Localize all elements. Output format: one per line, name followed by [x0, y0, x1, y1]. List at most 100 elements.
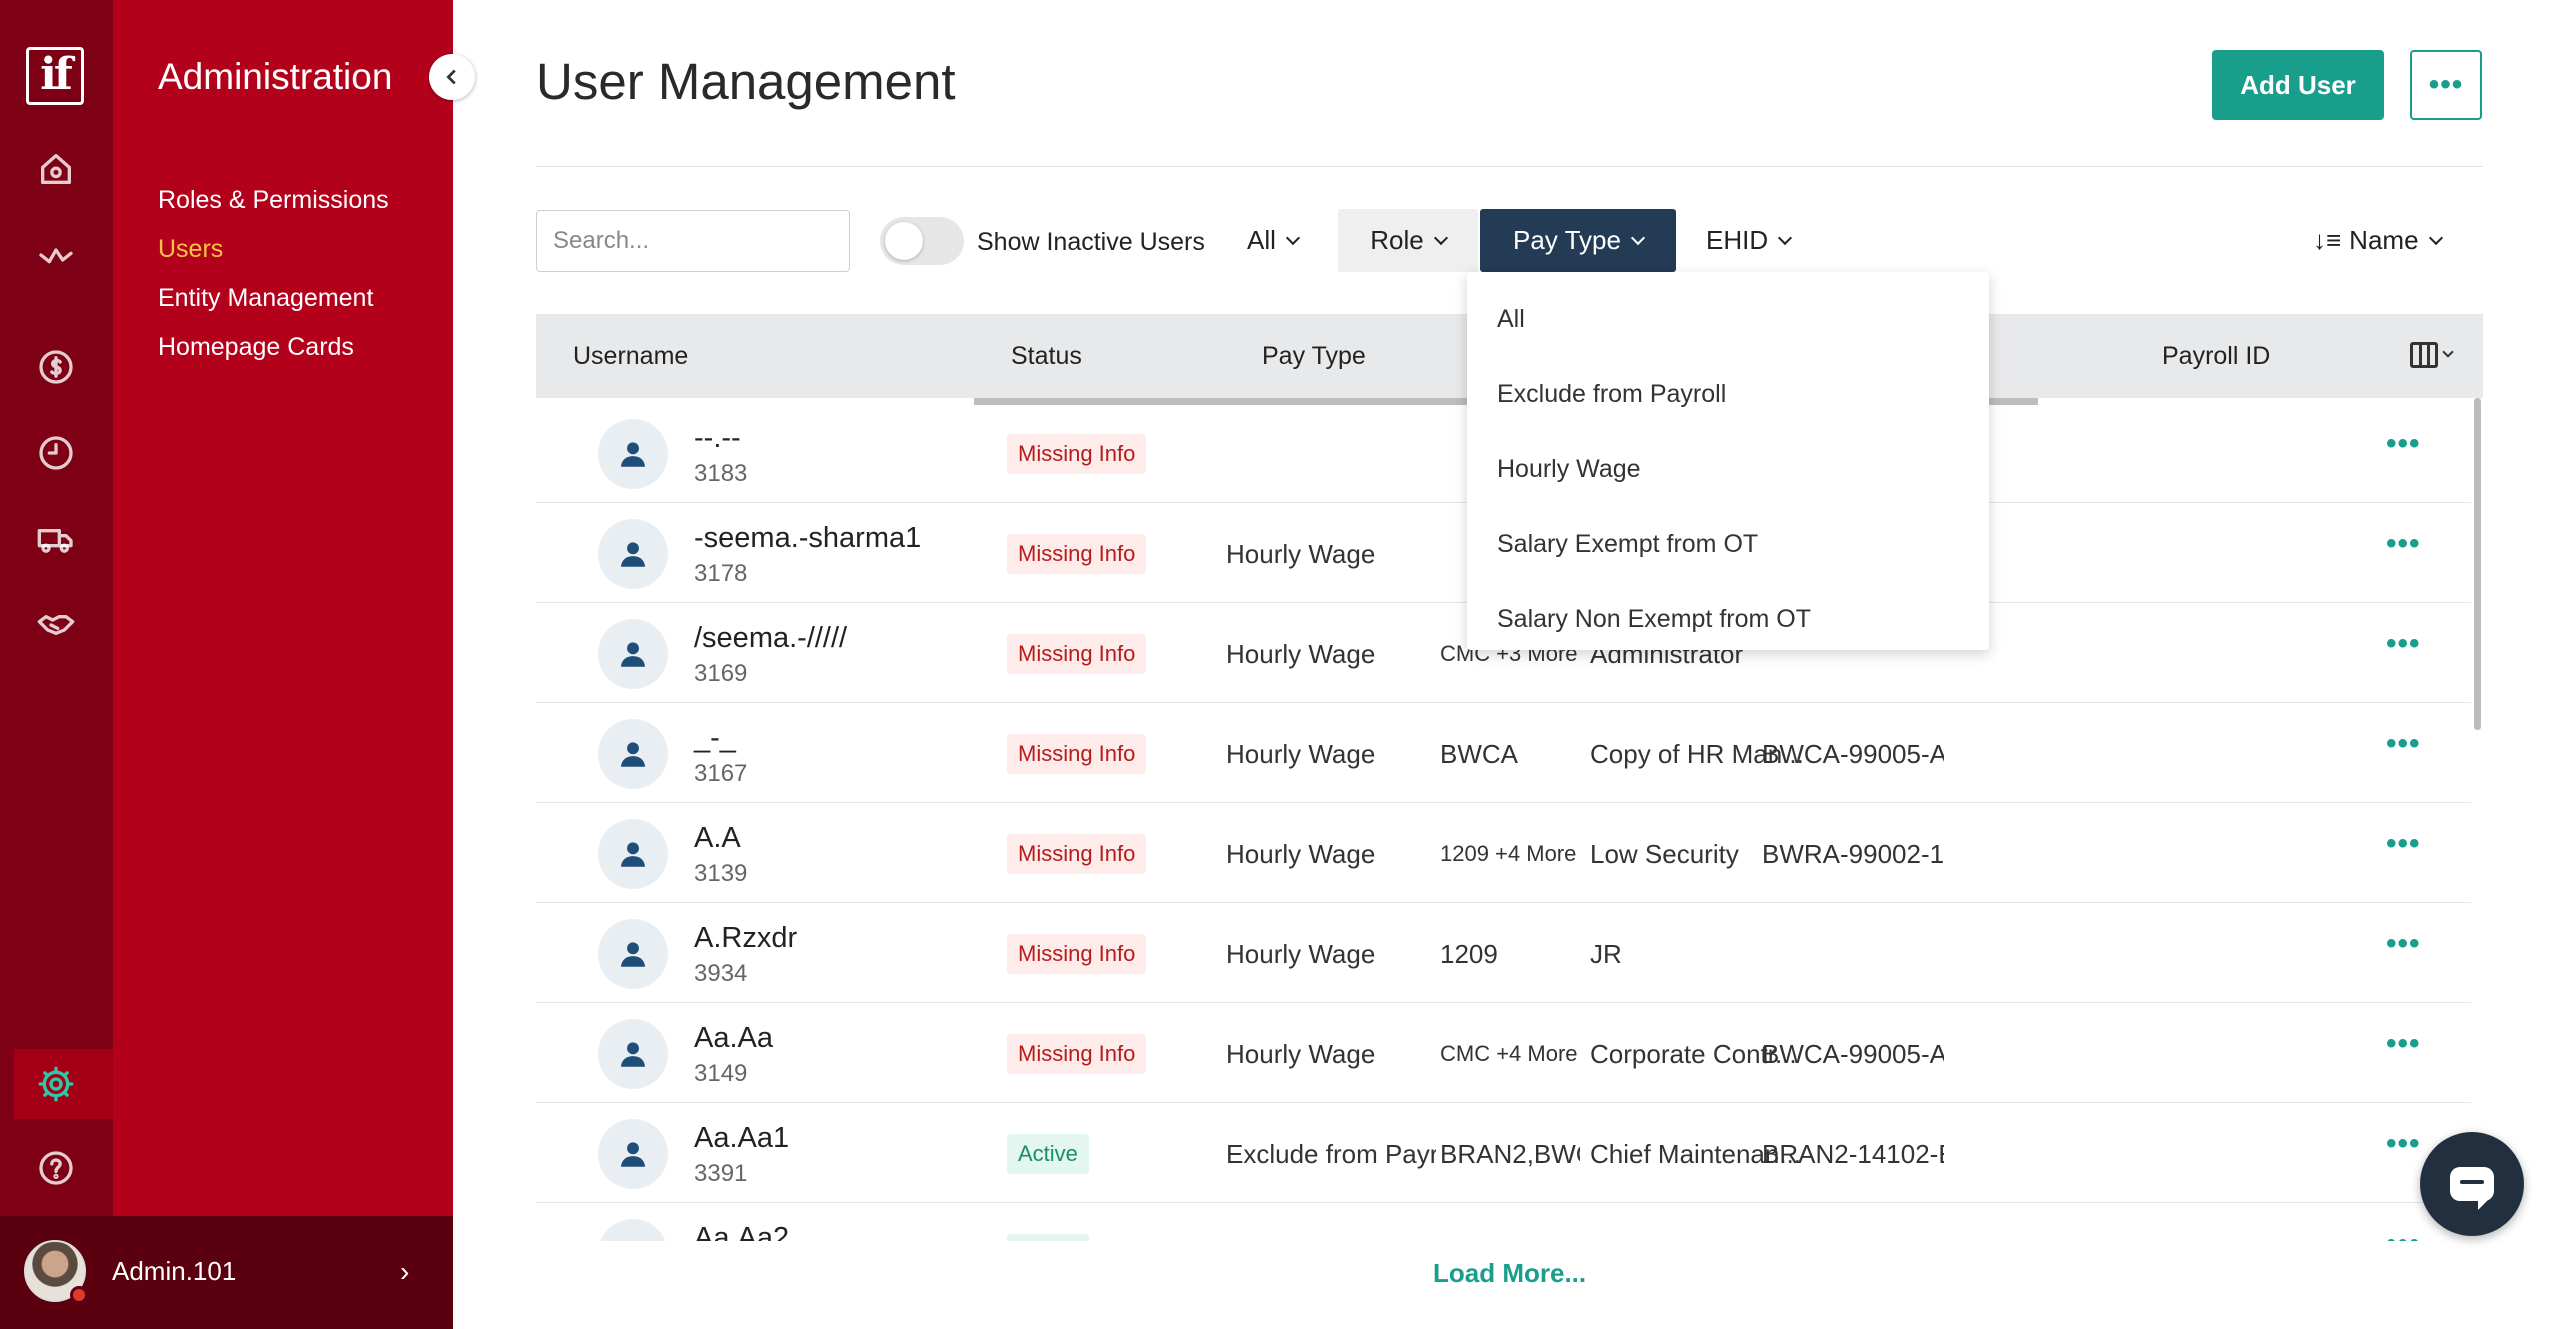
search-input[interactable]: [536, 210, 850, 272]
user-profile-bar[interactable]: Admin.101 ›: [0, 1216, 453, 1329]
status-badge: Missing Info: [1007, 734, 1147, 774]
status-badge: Missing Info: [1007, 634, 1147, 674]
username[interactable]: Aa.Aa: [694, 1022, 773, 1055]
status-badge: Active: [1007, 1134, 1089, 1174]
role-filter-label: Role: [1370, 225, 1424, 255]
status-badge: Active: [1007, 1234, 1089, 1241]
sidebar-item-users[interactable]: Users: [158, 225, 389, 274]
ehid-filter[interactable]: EHID: [1706, 209, 1793, 272]
help-icon[interactable]: [28, 1140, 84, 1196]
ehid-cell: CMC +4 More: [1440, 1041, 1578, 1066]
sidebar-item-roles-permissions[interactable]: Roles & Permissions: [158, 176, 389, 225]
ehid-cell: BWCA: [1440, 739, 1518, 769]
table-row[interactable]: Aa.Aa 3149 Missing Info Hourly Wage CMC +4 M…: [536, 1005, 2471, 1103]
show-inactive-toggle[interactable]: [880, 217, 964, 265]
home-icon[interactable]: [28, 141, 84, 197]
username[interactable]: Aa.Aa1: [694, 1122, 789, 1155]
table-row[interactable]: _-_ 3167 Missing Info Hourly Wage BWCA Copy o…: [536, 705, 2471, 803]
more-options-button[interactable]: •••: [2410, 50, 2482, 120]
handshake-icon[interactable]: [28, 597, 84, 653]
column-header-status[interactable]: Status: [1011, 314, 1082, 398]
username[interactable]: _-_: [694, 722, 736, 755]
column-selector-button[interactable]: [2410, 342, 2454, 368]
column-header-username[interactable]: Username: [573, 314, 688, 398]
pay-type-filter[interactable]: Pay Type: [1480, 209, 1676, 272]
row-actions-button[interactable]: •••: [2386, 627, 2421, 661]
status-badge: Missing Info: [1007, 534, 1147, 574]
payroll-id-cell: [1762, 905, 1944, 1003]
username[interactable]: --.--: [694, 422, 741, 455]
payroll-id-cell: BWRA-99002-1': [1762, 839, 1944, 869]
table-row[interactable]: Aa.Aa13391ActiveExclude from PayrollBRAN…: [536, 1105, 2471, 1203]
dropdown-option-exclude-from-payroll[interactable]: Exclude from Payroll: [1467, 357, 1989, 432]
status-badge: Missing Info: [1007, 834, 1147, 874]
user-id: 3139: [694, 860, 748, 887]
activity-icon[interactable]: [28, 227, 84, 283]
user-avatar-icon: [598, 419, 668, 489]
status-badge: Missing Info: [1007, 934, 1147, 974]
table-row[interactable]: A.Rzxdr 3934 Missing Info Hourly Wage 1209 JR…: [536, 905, 2471, 1003]
chevron-down-icon: [1433, 230, 1448, 245]
user-id: 3167: [694, 760, 748, 787]
chevron-down-icon: [2428, 230, 2443, 245]
chevron-right-icon: ›: [400, 1256, 410, 1287]
dollar-icon[interactable]: [28, 339, 84, 395]
pay-type-cell: Hourly Wage: [1226, 839, 1376, 869]
column-header-pay-type[interactable]: Pay Type: [1262, 314, 1366, 398]
username[interactable]: Aa.Aa2: [694, 1222, 789, 1241]
status-badge: Missing Info: [1007, 1034, 1147, 1074]
row-actions-button[interactable]: •••: [2386, 827, 2421, 861]
clock-icon[interactable]: [28, 425, 84, 481]
header-divider: [536, 166, 2483, 167]
row-actions-button[interactable]: •••: [2386, 1227, 2421, 1241]
row-actions-button[interactable]: •••: [2386, 1127, 2421, 1161]
username[interactable]: /seema.-/////: [694, 622, 847, 655]
dropdown-option-hourly-wage[interactable]: Hourly Wage: [1467, 432, 1989, 507]
row-actions-button[interactable]: •••: [2386, 527, 2421, 561]
username[interactable]: A.A: [694, 822, 741, 855]
username[interactable]: -seema.-sharma1: [694, 522, 921, 555]
role-filter[interactable]: Role: [1338, 209, 1478, 272]
pay-type-cell: Exclude from Payroll: [1226, 1205, 1436, 1241]
user-avatar-icon: [598, 719, 668, 789]
pay-type-cell: Hourly Wage: [1226, 739, 1376, 769]
truck-icon[interactable]: [28, 511, 84, 567]
column-header-payroll-id[interactable]: Payroll ID: [2162, 314, 2270, 398]
dropdown-option-all[interactable]: All: [1467, 282, 1989, 357]
sidebar-item-homepage-cards[interactable]: Homepage Cards: [158, 323, 389, 372]
row-actions-button[interactable]: •••: [2386, 927, 2421, 961]
sidebar-menu: Roles & Permissions Users Entity Managem…: [158, 176, 389, 372]
add-user-button[interactable]: Add User: [2212, 50, 2384, 120]
user-avatar-icon: [598, 1019, 668, 1089]
sort-dropdown[interactable]: ↓≡ Name: [2313, 209, 2443, 272]
payroll-id-cell: [1762, 1205, 1944, 1241]
app-logo[interactable]: if: [26, 47, 84, 105]
table-row[interactable]: Aa.Aa2 Active Exclude from PayrollBRAN2,BW…: [536, 1205, 2471, 1241]
payroll-id-cell: BRAN2-14102-E: [1762, 1139, 1944, 1169]
user-avatar-icon: [598, 1119, 668, 1189]
status-filter[interactable]: All: [1247, 209, 1300, 272]
pay-type-filter-label: Pay Type: [1513, 225, 1621, 255]
user-avatar-icon: [598, 619, 668, 689]
presence-indicator: [70, 1286, 88, 1304]
chat-button[interactable]: [2420, 1132, 2524, 1236]
user-id: 3183: [694, 460, 748, 487]
load-more-link[interactable]: Load More...: [1433, 1258, 1586, 1289]
sidebar-item-entity-management[interactable]: Entity Management: [158, 274, 389, 323]
vertical-scrollbar[interactable]: [2474, 398, 2481, 730]
pay-type-cell: Hourly Wage: [1226, 639, 1376, 669]
collapse-sidebar-button[interactable]: [429, 54, 475, 100]
dropdown-option-salary-non-exempt[interactable]: Salary Non Exempt from OT: [1467, 582, 1989, 657]
row-actions-button[interactable]: •••: [2386, 427, 2421, 461]
user-avatar-icon: [598, 919, 668, 989]
table-row[interactable]: A.A 3139 Missing Info Hourly Wage 1209 +4 Mo…: [536, 805, 2471, 903]
ehid-cell: BRAN2,BWCA: [1440, 1205, 1580, 1241]
dropdown-option-salary-exempt[interactable]: Salary Exempt from OT: [1467, 507, 1989, 582]
icon-rail: if: [0, 0, 113, 1329]
row-actions-button[interactable]: •••: [2386, 1027, 2421, 1061]
user-avatar-icon: [598, 1219, 668, 1241]
row-actions-button[interactable]: •••: [2386, 727, 2421, 761]
username[interactable]: A.Rzxdr: [694, 922, 797, 955]
gear-icon[interactable]: [28, 1056, 84, 1112]
sidebar-title: Administration: [158, 56, 393, 97]
